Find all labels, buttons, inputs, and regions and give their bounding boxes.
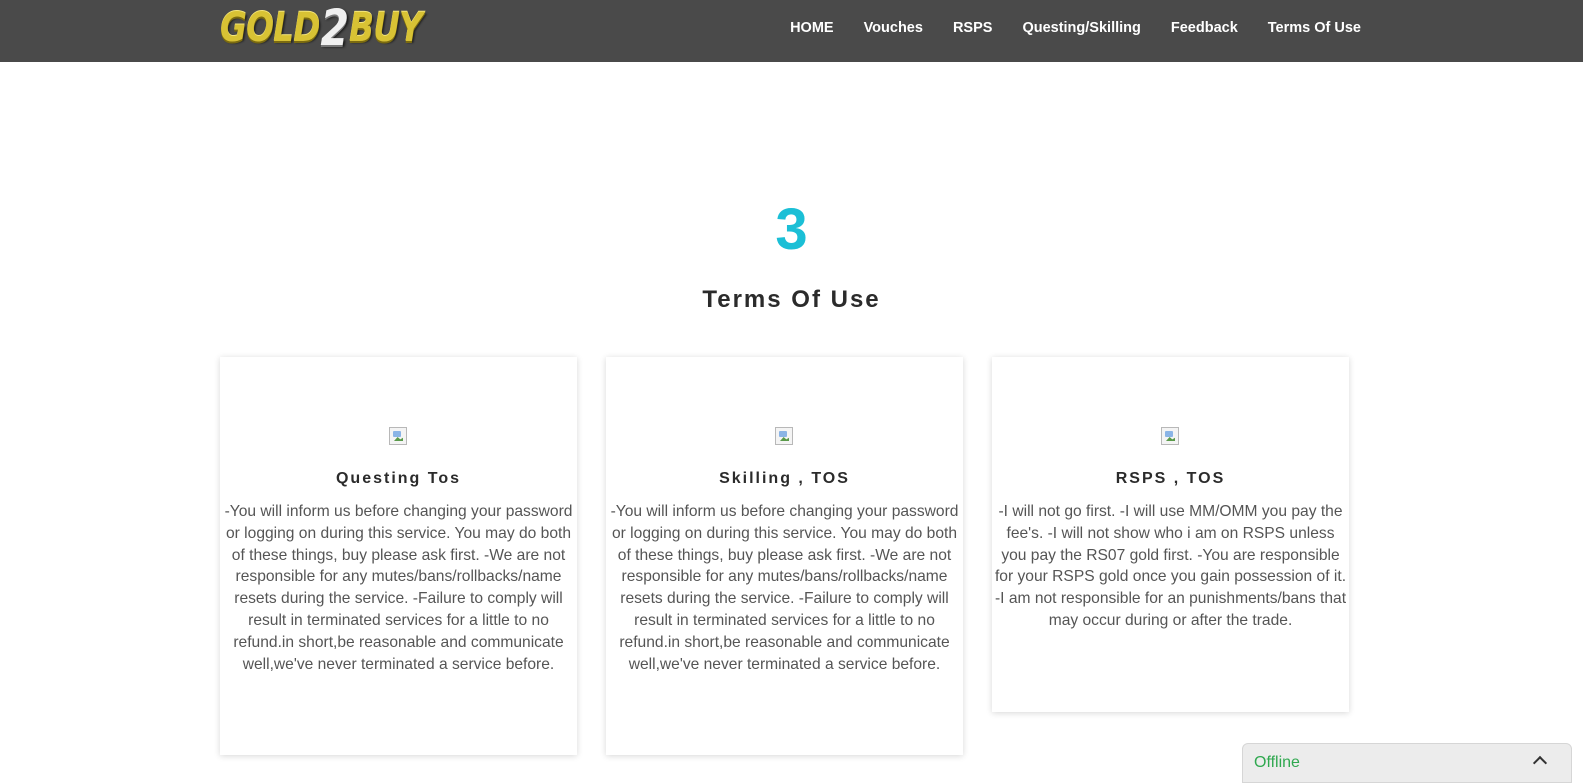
broken-image-icon: [1161, 427, 1179, 445]
broken-image-icon: [389, 427, 407, 445]
chat-status: Offline: [1254, 754, 1300, 771]
card-text: -You will inform us before changing your…: [610, 503, 959, 673]
main-nav: HOME Vouches RSPS Questing/Skilling Feed…: [790, 0, 1361, 56]
logo-text-two: 2: [320, 0, 349, 57]
card-title: Questing Tos: [335, 470, 462, 487]
site-logo[interactable]: GOLD 2 BUY: [220, 0, 423, 57]
top-navbar: GOLD 2 BUY HOME Vouches RSPS Questing/Skil…: [0, 0, 1583, 62]
nav-questing-skilling[interactable]: Questing/Skilling: [1022, 20, 1140, 36]
card-text: -You will inform us before changing your…: [224, 503, 573, 673]
card-title: Skilling , TOS: [719, 470, 850, 487]
nav-vouches[interactable]: Vouches: [864, 20, 923, 36]
nav-home[interactable]: HOME: [790, 20, 834, 36]
tos-card-questing: Questing Tos -You will inform us before …: [220, 357, 577, 755]
card-text: -I will not go first. -I will use MM/OMM…: [994, 503, 1347, 629]
tos-card-skilling: Skilling , TOS -You will inform us befor…: [606, 357, 963, 755]
section-title: Terms Of Use: [702, 286, 881, 313]
broken-image-icon: [775, 427, 793, 445]
chevron-up-icon[interactable]: [1532, 755, 1548, 771]
tos-card-rsps: RSPS , TOS -I will not go first. -I will…: [992, 357, 1349, 712]
nav-rsps[interactable]: RSPS: [953, 20, 993, 36]
nav-feedback[interactable]: Feedback: [1171, 20, 1238, 36]
live-chat-widget[interactable]: Offline: [1242, 743, 1572, 783]
nav-terms-of-use[interactable]: Terms Of Use: [1268, 20, 1361, 36]
logo-text-buy: BUY: [349, 5, 423, 51]
card-title: RSPS , TOS: [1115, 470, 1226, 487]
section-counter: 3: [775, 197, 808, 262]
logo-text-gold: GOLD: [220, 5, 320, 51]
